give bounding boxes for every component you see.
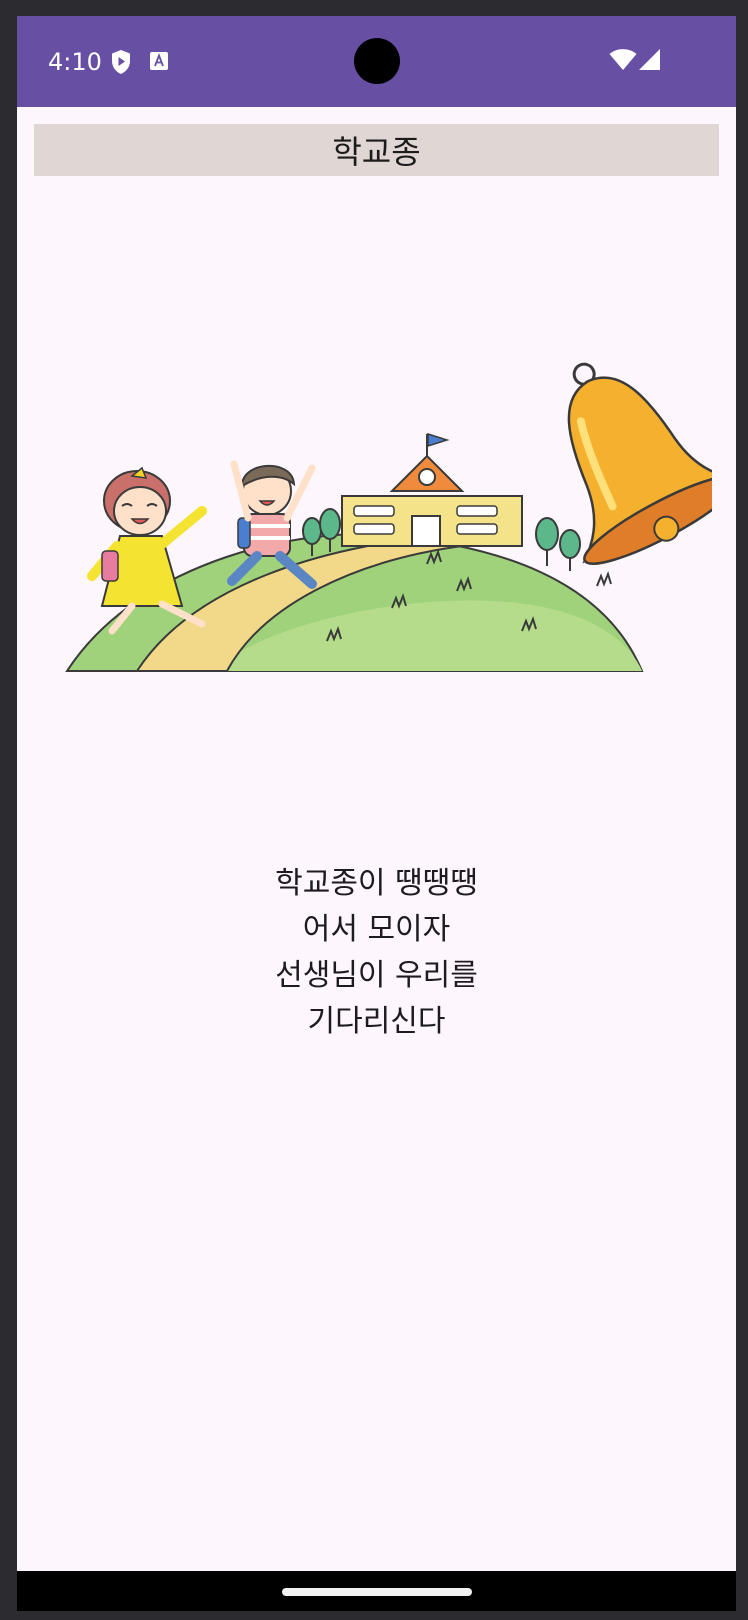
front-camera	[354, 38, 400, 84]
text-a-icon	[150, 52, 168, 74]
lyric-line: 선생님이 우리를	[275, 958, 478, 993]
bell-icon	[567, 362, 736, 565]
school-building-icon	[341, 432, 523, 547]
lyric-line: 기다리신다	[307, 1004, 446, 1039]
home-gesture-handle[interactable]	[282, 1588, 472, 1596]
page-title: 학교종	[332, 133, 421, 171]
lyric-line: 어서 모이자	[302, 912, 451, 947]
wifi-icon	[609, 48, 637, 76]
cell-signal-icon	[638, 48, 662, 76]
school-illustration	[62, 346, 736, 706]
lyrics-text: 학교종이 땡땡땡 어서 모이자 선생님이 우리를 기다리신다	[17, 861, 736, 1045]
shield-play-icon	[110, 49, 132, 79]
lyric-line: 학교종이 땡땡땡	[275, 866, 478, 901]
status-bar: 4:10	[17, 16, 736, 107]
device-frame: 4:10 학교종 학교종이 땡땡땡 어서 모이자 선생님이 우리를 기다리신다	[0, 0, 748, 1620]
app-screen: 4:10 학교종 학교종이 땡땡땡 어서 모이자 선생님이 우리를 기다리신다	[17, 16, 736, 1611]
navigation-bar	[17, 1571, 736, 1611]
title-bar: 학교종	[34, 124, 719, 176]
status-time: 4:10	[48, 48, 102, 76]
